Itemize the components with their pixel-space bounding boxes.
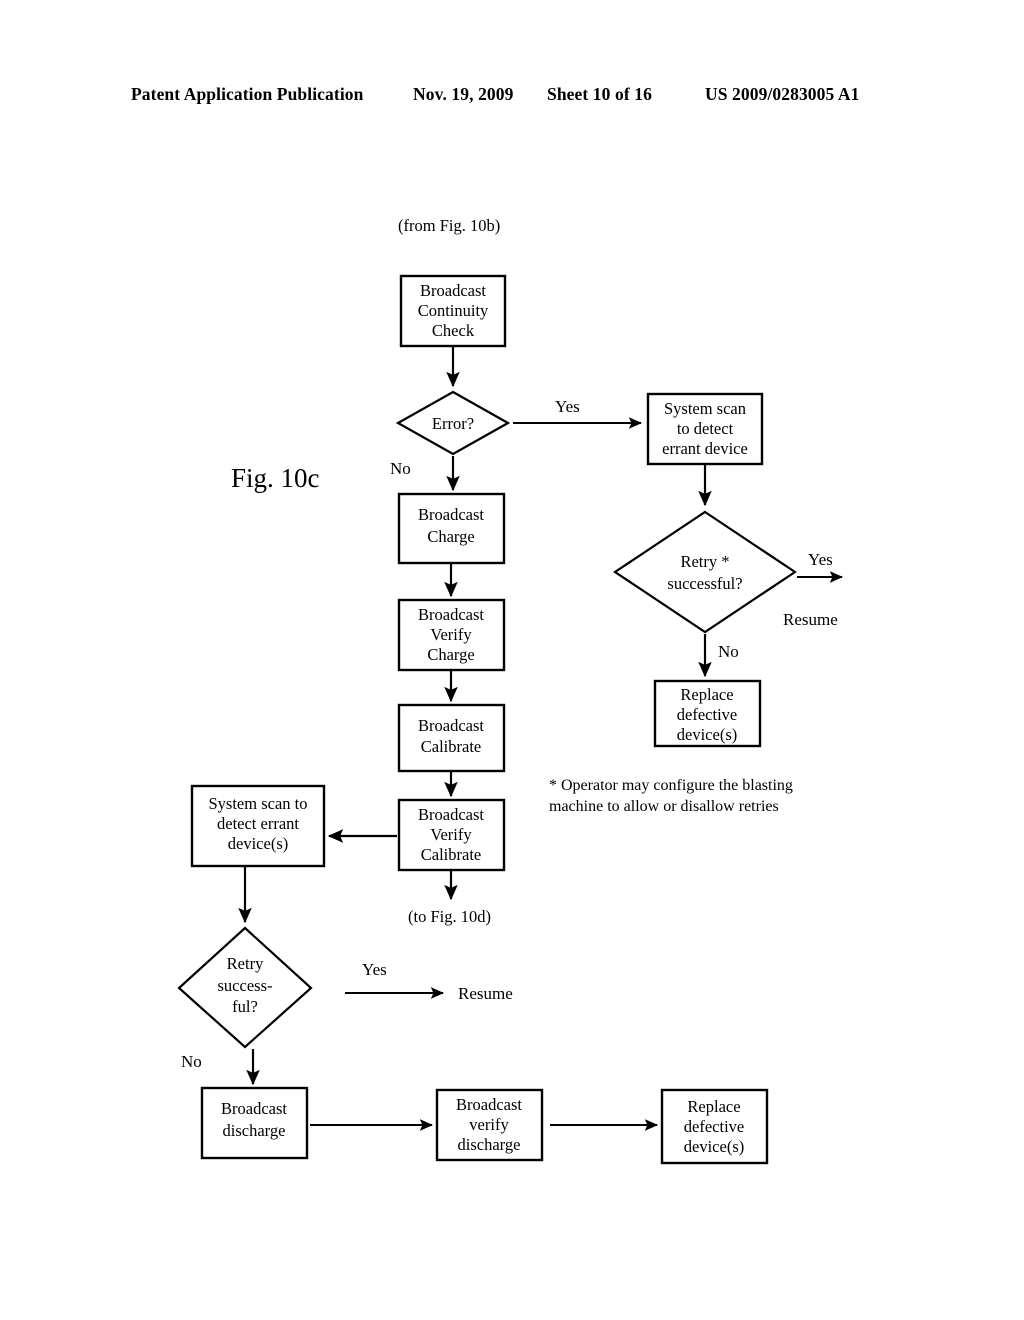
edge-label-retry-bottom-yes: Yes [362, 960, 387, 979]
edge-label-retry-top-no: No [718, 642, 739, 661]
node-line-2: Calibrate [421, 737, 481, 756]
edge-label-error-yes: Yes [555, 397, 580, 416]
node-broadcast-charge: Broadcast Charge [397, 492, 506, 565]
node-line-1: Broadcast [418, 605, 484, 624]
node-replace-defective-device-bottom: Replace defective device(s) [660, 1088, 769, 1165]
node-line-1: System scan to [209, 794, 308, 813]
node-line-3: ful? [232, 997, 258, 1016]
exit-reference-label: (to Fig. 10d) [408, 907, 491, 926]
node-line-3: Check [432, 321, 475, 340]
edge-label-retry-top-resume: Resume [783, 610, 838, 629]
node-line-2: discharge [223, 1121, 286, 1140]
node-line-3: Charge [427, 645, 474, 664]
node-line-1: Broadcast [221, 1099, 287, 1118]
node-broadcast-verify-charge: Broadcast Verify Charge [397, 598, 506, 672]
patent-page: Patent Application Publication Nov. 19, … [0, 0, 1024, 1320]
node-broadcast-verify-calibrate: Broadcast Verify Calibrate [397, 798, 506, 872]
node-line-1: Broadcast [420, 281, 486, 300]
node-line-2: Charge [427, 527, 474, 546]
node-line-3: device(s) [677, 725, 737, 744]
figure-label: Fig. 10c [231, 463, 320, 493]
node-line-2: verify [469, 1115, 509, 1134]
node-line-3: Calibrate [421, 845, 481, 864]
node-line-2: Verify [430, 825, 472, 844]
edge-label-error-no: No [390, 459, 411, 478]
node-error-decision: Error? [395, 390, 511, 456]
flowchart-figure-10c: (from Fig. 10b) Fig. 10c Broadcast Conti… [177, 216, 844, 1165]
node-line-3: device(s) [228, 834, 288, 853]
node-line-2: successful? [667, 574, 742, 593]
node-line-2: success- [218, 976, 273, 995]
footnote: * Operator may configure the blasting ma… [549, 777, 793, 815]
node-broadcast-discharge: Broadcast discharge [200, 1086, 309, 1160]
node-line-1: Replace [687, 1097, 740, 1116]
node-line-2: to detect [677, 419, 734, 438]
node-line-3: errant device [662, 439, 748, 458]
node-broadcast-calibrate: Broadcast Calibrate [397, 703, 506, 773]
node-line-1: Broadcast [456, 1095, 522, 1114]
node-line-1: Broadcast [418, 716, 484, 735]
edge-label-retry-top-yes: Yes [808, 550, 833, 569]
entry-reference-label: (from Fig. 10b) [398, 216, 500, 235]
node-broadcast-verify-discharge: Broadcast verify discharge [435, 1088, 544, 1162]
node-line-1: Broadcast [418, 505, 484, 524]
node-line-1: System scan [664, 399, 746, 418]
node-line-2: detect errant [217, 814, 299, 833]
footnote-line-2: machine to allow or disallow retries [549, 798, 779, 815]
node-line-2: Verify [430, 625, 472, 644]
node-line-1: Broadcast [418, 805, 484, 824]
node-line-2: defective [684, 1117, 744, 1136]
node-retry-successful-bottom: Retry success- ful? [177, 926, 313, 1049]
node-replace-defective-device-top: Replace defective device(s) [653, 679, 762, 748]
node-line-1: Retry [227, 954, 264, 973]
node-retry-successful-top: Retry * successful? [613, 510, 797, 634]
node-broadcast-continuity-check: Broadcast Continuity Check [399, 274, 507, 348]
node-line-3: device(s) [684, 1137, 744, 1156]
node-line-1: Retry * [680, 552, 729, 571]
node-line-3: discharge [458, 1135, 521, 1154]
node-system-scan-errant-device: System scan to detect errant device [646, 392, 764, 466]
edge-label-retry-bottom-resume: Resume [458, 984, 513, 1003]
node-line-1: Replace [680, 685, 733, 704]
node-line-1: Error? [432, 414, 474, 433]
edge-label-retry-bottom-no: No [181, 1052, 202, 1071]
node-system-scan-errant-devices-left: System scan to detect errant device(s) [190, 784, 326, 868]
footnote-line-1: * Operator may configure the blasting [549, 777, 793, 794]
node-line-2: defective [677, 705, 737, 724]
node-line-2: Continuity [418, 301, 489, 320]
